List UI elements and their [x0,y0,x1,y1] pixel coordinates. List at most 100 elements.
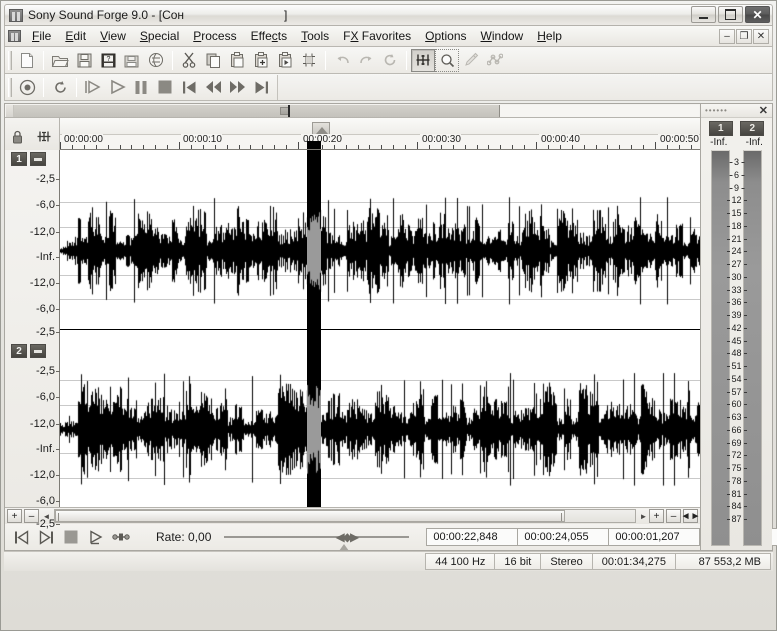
mix-paste-button[interactable] [249,49,273,72]
waveform-display[interactable] [60,150,700,507]
ruler-ticks[interactable]: 00:00:0000:00:1000:00:2000:00:3000:00:40… [60,135,700,149]
fast-forward-button[interactable] [225,76,249,99]
transport-toolbar-grip[interactable] [8,78,12,97]
stop-button[interactable] [153,76,177,99]
menu-file[interactable]: FFileile [25,27,58,45]
meter-scale-label: 24 [731,247,741,256]
playback-rate-slider[interactable]: ◀◆▶ [224,526,409,548]
scroll-right-arrow[interactable]: ► [638,509,649,523]
horizontal-scroll-thumb[interactable] [55,510,565,522]
mute-dash-icon[interactable] [30,344,46,358]
save-all-button[interactable] [120,49,144,72]
toolbar-grip[interactable] [8,51,12,70]
copy-button[interactable] [201,49,225,72]
channel-number-button[interactable]: 1 [11,152,27,166]
menu-window[interactable]: Window [474,27,531,45]
overview-track[interactable] [14,105,699,117]
menu-special[interactable]: Special [133,27,186,45]
edit-cursor-icon[interactable] [36,129,52,147]
pause-button[interactable] [129,76,153,99]
mdi-minimize-button[interactable]: – [719,29,735,44]
menu-process[interactable]: Process [186,27,243,45]
menu-fx-favorites[interactable]: FX Favorites [336,27,418,45]
menu-view[interactable]: View [93,27,133,45]
ruler-marker-strip[interactable] [60,118,700,135]
timeline-ruler[interactable]: 00:00:0000:00:1000:00:2000:00:3000:00:40… [60,118,700,150]
menu-edit[interactable]: Edit [58,27,93,45]
ruler-minor-tick [596,145,597,149]
repeat-button[interactable] [378,49,402,72]
doc-play-button[interactable] [84,526,108,548]
envelope-tool-button[interactable] [483,49,507,72]
mute-dash-icon[interactable] [30,152,46,166]
loop-playback-button[interactable] [48,76,72,99]
overview-bar[interactable] [5,104,700,118]
undo-button[interactable] [330,49,354,72]
ruler-minor-tick [108,145,109,149]
status-free-space[interactable]: 87 553,2 MB [675,553,771,570]
mdi-close-button[interactable]: ✕ [753,29,769,44]
zoom-fit-button[interactable]: ◄► [683,509,698,523]
ruler-minor-tick [286,145,287,149]
selection-start-field[interactable]: 00:00:22,848 [426,528,518,546]
publish-button[interactable] [144,49,168,72]
zoom-in-right-button[interactable]: + [649,509,664,523]
play-button[interactable] [105,76,129,99]
meter-channel-1-button[interactable]: 1 [709,121,733,136]
redo-button[interactable] [354,49,378,72]
record-button[interactable] [15,76,39,99]
meter-panel-header[interactable]: •••••• ✕ [701,104,772,118]
selection-length-field[interactable]: 00:00:01,207 [608,528,700,546]
rewind-button[interactable] [201,76,225,99]
save-button[interactable] [72,49,96,72]
document-system-icon[interactable] [8,30,21,42]
save-as-button[interactable]: ? [96,49,120,72]
menu-tools[interactable]: Tools [294,27,336,45]
pencil-tool-button[interactable] [459,49,483,72]
meter-channel-2-button[interactable]: 2 [740,121,764,136]
paste-special-button[interactable] [273,49,297,72]
go-to-start-button[interactable] [177,76,201,99]
horizontal-scrollbar[interactable] [54,509,636,523]
meter-panel-close-button[interactable]: ✕ [759,104,768,117]
doc-stop-button[interactable] [59,526,83,548]
window-title: Sony Sound Forge 9.0 - [Сон [28,8,184,22]
status-channels[interactable]: Stereo [540,553,592,570]
ruler-selection-indicator[interactable] [307,141,321,149]
zoom-out-right-button[interactable]: – [666,509,681,523]
meter-panel-grip[interactable]: •••••• [705,106,728,115]
window-close-button[interactable]: ✕ [745,6,770,23]
window-maximize-button[interactable] [718,6,743,23]
channel-number-button[interactable]: 2 [11,344,27,358]
status-duration[interactable]: 00:01:34,275 [592,553,676,570]
mdi-restore-button[interactable]: ❐ [736,29,752,44]
status-sample-rate[interactable]: 44 100 Hz [425,553,495,570]
ruler-minor-tick [584,145,585,149]
menu-effects[interactable]: Effects [244,27,294,45]
cut-button[interactable] [177,49,201,72]
window-minimize-button[interactable] [691,6,716,23]
selection-end-field[interactable]: 00:00:24,055 [517,528,609,546]
trim-crop-button[interactable] [297,49,321,72]
menu-options[interactable]: Options [418,27,473,45]
go-to-end-button[interactable] [249,76,273,99]
waveform-canvas[interactable] [60,150,700,507]
ruler-time-label: 00:00:40 [539,134,580,145]
new-file-button[interactable] [15,49,39,72]
paste-button[interactable] [225,49,249,72]
rate-slider-thumb[interactable]: ◀◆▶ [327,530,365,543]
meter-scale-label: 57 [731,388,741,397]
play-selection-button[interactable] [81,76,105,99]
status-bit-depth[interactable]: 16 bit [494,553,541,570]
meter-bars[interactable]: 3691215182124273033363942454851545760636… [701,150,772,550]
lock-closed-icon[interactable] [12,130,23,147]
magnify-tool-button[interactable] [435,49,459,72]
playback-marker[interactable] [312,122,330,134]
menu-help[interactable]: Help [530,27,569,45]
open-file-button[interactable] [48,49,72,72]
meter-channel-buttons: 1 2 [701,118,772,137]
doc-loop-region-button[interactable] [109,526,133,548]
ruler-minor-tick [477,145,478,149]
overview-visible-range[interactable] [14,105,500,117]
edit-tool-button[interactable] [411,49,435,72]
